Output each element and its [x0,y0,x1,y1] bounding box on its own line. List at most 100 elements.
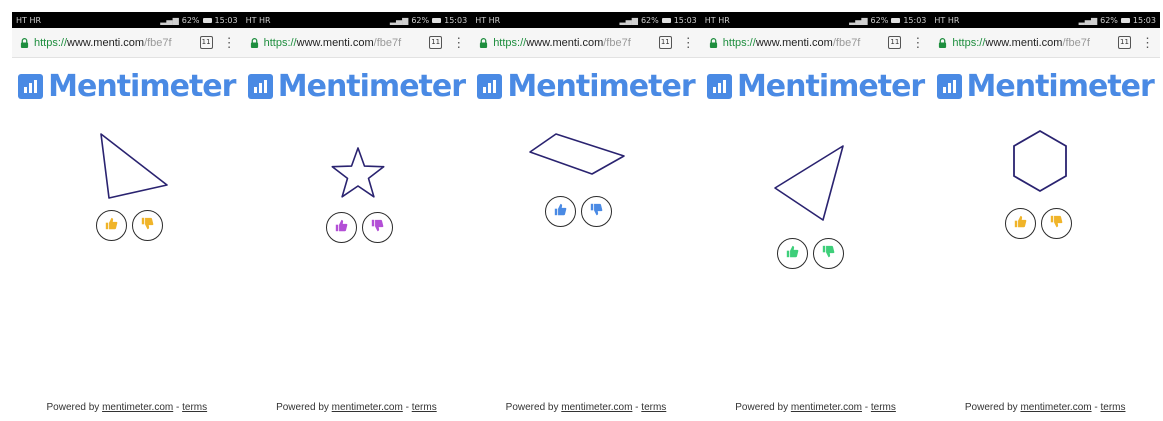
terms-link[interactable]: terms [1100,402,1125,413]
status-bar: HT HR ▂▄▆ 62% 15:03 [700,12,931,28]
tab-switcher-icon[interactable]: 11 [1117,36,1131,49]
overflow-menu-icon[interactable]: ⋮ [1141,36,1154,49]
url-text[interactable]: https://www.menti.com/fbe7f [264,37,424,49]
url-text[interactable]: https://www.menti.com/fbe7f [723,37,883,49]
lock-icon [480,37,488,48]
terms-link[interactable]: terms [182,402,207,413]
mentimeter-logo: Mentimeter [471,68,701,104]
url-scheme: https:// [952,36,986,49]
url-text[interactable]: https://www.menti.com/fbe7f [34,37,194,49]
like-button[interactable] [1005,208,1037,239]
status-bar: HT HR ▂▄▆ 62% 15:03 [241,12,472,28]
battery-percent: 62% [870,15,889,25]
lock-icon [939,37,947,48]
url-host: www.menti.com [526,36,604,49]
carrier-label: HT HR [934,15,960,25]
dislike-button[interactable] [581,196,613,227]
url-path: /fbe7f [603,36,631,49]
battery-icon [661,17,671,23]
like-button[interactable] [96,210,127,241]
url-path: /fbe7f [1062,36,1090,49]
logo-text: Mentimeter [48,68,236,104]
tab-switcher-icon[interactable]: 11 [888,36,902,49]
footer: Powered by mentimeter.com - terms [701,402,931,413]
phone-screen-3: HT HR ▂▄▆ 62% 15:03 https://www.menti.co… [471,12,701,419]
tab-switcher-icon[interactable]: 11 [199,36,213,49]
terms-link[interactable]: terms [412,402,437,413]
mentimeter-link[interactable]: mentimeter.com [102,402,173,413]
phone-screen-5: HT HR ▂▄▆ 62% 15:03 https://www.menti.co… [930,12,1160,419]
hexagon-shape [1013,129,1068,193]
overflow-menu-icon[interactable]: ⋮ [682,36,695,49]
powered-by-text: Powered by [505,402,562,413]
footer-separator: - [862,402,871,413]
footer: Powered by mentimeter.com - terms [12,402,242,413]
mentimeter-logo-icon [477,73,503,99]
mentimeter-link[interactable]: mentimeter.com [332,402,403,413]
carrier-label: HT HR [704,15,730,25]
status-bar: HT HR ▂▄▆ 62% 15:03 [12,12,242,28]
battery-percent: 62% [411,15,430,25]
mentimeter-logo-icon [247,73,273,99]
battery-icon [891,17,901,23]
url-path: /fbe7f [373,36,402,49]
dislike-button[interactable] [812,238,844,269]
triangle-shape [100,133,168,199]
tab-switcher-icon[interactable]: 11 [658,36,672,49]
tab-switcher-icon[interactable]: 11 [429,36,443,49]
footer: Powered by mentimeter.com - terms [471,402,701,413]
thumbs-down-icon [141,217,154,235]
url-host: www.menti.com [985,36,1063,49]
address-bar[interactable]: https://www.menti.com/fbe7f 11 ⋮ [700,28,931,58]
address-bar[interactable]: https://www.menti.com/fbe7f 11 ⋮ [471,28,701,58]
signal-icon: ▂▄▆ [160,15,179,25]
url-text[interactable]: https://www.menti.com/fbe7f [493,37,653,49]
dislike-button[interactable] [132,210,163,241]
address-bar[interactable]: https://www.menti.com/fbe7f 11 ⋮ [930,28,1160,58]
thumbs-up-icon [1014,215,1027,233]
footer: Powered by mentimeter.com - terms [242,402,472,413]
status-bar: HT HR ▂▄▆ 62% 15:03 [930,12,1160,28]
logo-text: Mentimeter [966,68,1155,104]
thumbs-down-icon [590,203,603,221]
powered-by-text: Powered by [46,402,103,413]
like-button[interactable] [325,212,357,243]
mentimeter-link[interactable]: mentimeter.com [561,402,632,413]
mentimeter-logo: Mentimeter [701,68,931,104]
thumbs-up-icon [554,203,567,221]
dislike-button[interactable] [361,212,393,243]
lock-icon [250,37,258,48]
reaction-buttons [96,210,163,241]
terms-link[interactable]: terms [641,402,666,413]
url-path: /fbe7f [832,36,861,49]
address-bar[interactable]: https://www.menti.com/fbe7f 11 ⋮ [12,28,242,58]
mentimeter-link[interactable]: mentimeter.com [1020,402,1091,413]
clock: 15:03 [444,15,468,25]
terms-link[interactable]: terms [871,402,896,413]
address-bar[interactable]: https://www.menti.com/fbe7f 11 ⋮ [241,28,472,58]
like-button[interactable] [776,238,808,269]
mentimeter-logo-icon [936,73,962,99]
powered-by-text: Powered by [964,402,1021,413]
reaction-buttons [325,212,393,243]
thumbs-up-icon [335,219,348,237]
footer-separator: - [402,402,412,413]
mentimeter-link[interactable]: mentimeter.com [791,402,862,413]
battery-icon [202,17,212,23]
url-text[interactable]: https://www.menti.com/fbe7f [952,37,1112,49]
logo-text: Mentimeter [277,68,466,104]
logo-text: Mentimeter [507,68,695,104]
overflow-menu-icon[interactable]: ⋮ [452,36,465,49]
dislike-button[interactable] [1041,208,1073,239]
url-scheme: https:// [34,36,68,49]
url-path: /fbe7f [144,36,172,49]
phone-screen-2: HT HR ▂▄▆ 62% 15:03 https://www.menti.co… [241,12,472,419]
star-shape [331,147,385,198]
overflow-menu-icon[interactable]: ⋮ [911,36,924,49]
like-button[interactable] [545,196,577,227]
overflow-menu-icon[interactable]: ⋮ [223,36,236,49]
thumbs-down-icon [1050,215,1063,233]
mentimeter-logo-icon [18,73,44,99]
sliver-triangle-shape [773,145,844,221]
reaction-buttons [1005,208,1073,239]
